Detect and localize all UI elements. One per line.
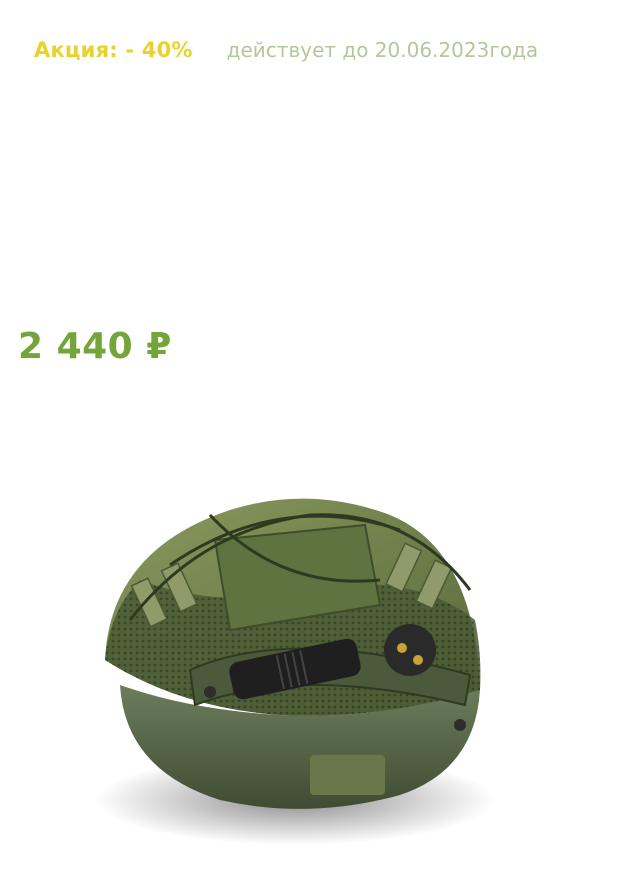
tactical-helmet-image (80, 470, 520, 865)
rear-velcro-patch (310, 755, 385, 795)
promo-deadline-text: действует до 20.06.2023года (226, 38, 539, 62)
promo-discount-label: Акция: - 40% (34, 38, 193, 62)
product-price: 2 440 ₽ (18, 326, 172, 367)
promo-banner: Акция: - 40% действует до 20.06.2023года (34, 38, 620, 62)
